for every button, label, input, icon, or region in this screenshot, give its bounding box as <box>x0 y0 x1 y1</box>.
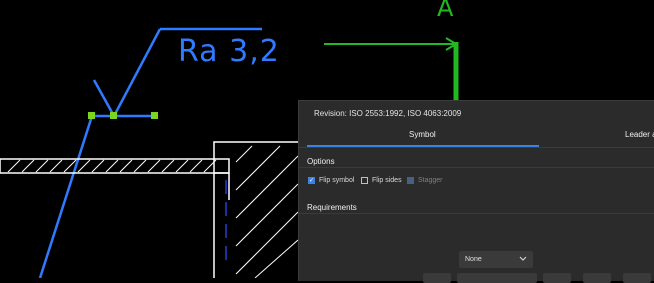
leader-line <box>38 115 94 278</box>
stagger-checkbox: Stagger <box>407 177 443 184</box>
option-button[interactable] <box>583 273 611 283</box>
flip-symbol-label: Flip symbol <box>319 177 355 184</box>
checkbox-icon[interactable] <box>361 177 368 184</box>
option-button[interactable] <box>623 273 651 283</box>
symbol-long-stroke <box>112 28 162 117</box>
tab-symbol[interactable]: Symbol <box>409 130 436 139</box>
grip-left[interactable] <box>88 112 95 119</box>
roughness-value-label: Ra 3,2 <box>178 34 280 69</box>
dropdown-value: None <box>465 256 482 263</box>
section-view-arrow[interactable] <box>324 37 459 101</box>
checkbox-icon <box>407 177 414 184</box>
requirements-dropdown[interactable]: None <box>459 251 533 268</box>
grip-middle[interactable] <box>110 112 117 119</box>
option-button[interactable] <box>457 273 537 283</box>
flip-sides-checkbox[interactable]: Flip sides <box>361 177 402 184</box>
option-button[interactable] <box>423 273 451 283</box>
symbol-short-stroke <box>92 79 116 117</box>
requirements-header: Requirements <box>307 203 357 212</box>
options-divider <box>299 167 654 168</box>
checkmark-icon[interactable]: ✓ <box>308 177 315 184</box>
option-button[interactable] <box>543 273 571 283</box>
section-label: A <box>437 0 454 22</box>
flip-symbol-checkbox[interactable]: ✓ Flip symbol <box>308 177 354 184</box>
options-header: Options <box>307 157 335 166</box>
grip-right[interactable] <box>151 112 158 119</box>
flip-sides-label: Flip sides <box>372 177 402 184</box>
tab-divider <box>299 147 654 148</box>
revision-text: Revision: ISO 2553:1992, ISO 4063:2009 <box>314 109 462 118</box>
hatched-plate <box>0 158 230 174</box>
tab-leader[interactable]: Leader a <box>625 130 654 139</box>
stagger-label: Stagger <box>418 177 443 184</box>
chevron-down-icon <box>519 256 527 264</box>
weld-symbol-dialog: Revision: ISO 2553:1992, ISO 4063:2009 S… <box>298 100 654 283</box>
requirements-divider <box>299 213 654 214</box>
